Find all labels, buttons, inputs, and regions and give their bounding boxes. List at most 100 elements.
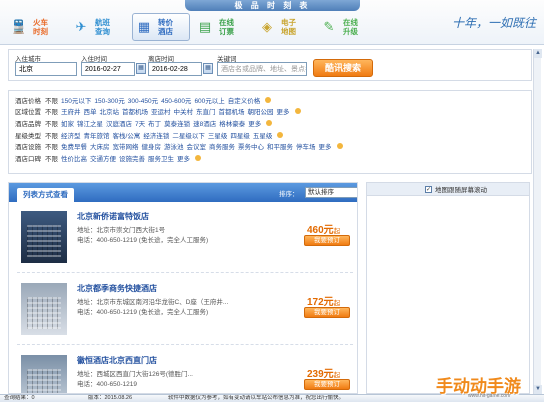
- filter-option[interactable]: 150-300元: [94, 95, 124, 105]
- filter-option[interactable]: 300-450元: [128, 95, 158, 105]
- filter-option[interactable]: 不限: [45, 106, 58, 116]
- sort-select[interactable]: 默认排序: [305, 187, 357, 198]
- hotel-photo[interactable]: [21, 211, 67, 263]
- filter-option[interactable]: 不限: [45, 153, 58, 163]
- filter-option[interactable]: 如家: [61, 118, 74, 128]
- filter-option[interactable]: 东直门: [196, 106, 216, 116]
- filter-option[interactable]: 经济连锁: [143, 130, 169, 140]
- toolbar-label: 转价 酒店: [158, 18, 173, 36]
- filter-option[interactable]: 中关村: [174, 106, 194, 116]
- checkin-date-input[interactable]: 2016-02-27: [81, 62, 135, 76]
- filter-option[interactable]: 汉庭酒店: [106, 118, 132, 128]
- book-button[interactable]: 我要预订: [304, 307, 350, 318]
- filter-option[interactable]: 票务中心: [238, 141, 264, 151]
- filter-option[interactable]: 二星级以下: [172, 130, 205, 140]
- filter-option[interactable]: 四星级: [230, 130, 250, 140]
- map-follow-checkbox[interactable]: ✓: [425, 185, 432, 193]
- hotel-name-link[interactable]: 徽恒酒店北京西直门店: [77, 355, 157, 366]
- filter-option[interactable]: 150元以下: [61, 95, 91, 105]
- filter-option[interactable]: 停车场: [296, 141, 316, 151]
- filter-option[interactable]: 450-600元: [161, 95, 191, 105]
- filter-option[interactable]: 王府井: [61, 106, 81, 116]
- expand-more-icon[interactable]: [195, 154, 201, 161]
- filter-option[interactable]: 布丁: [148, 118, 161, 128]
- filter-option[interactable]: 客栈/公寓: [113, 130, 141, 140]
- hotel-photo[interactable]: [21, 283, 67, 335]
- filter-option[interactable]: 免费早餐: [61, 141, 87, 151]
- filter-option[interactable]: 不限: [45, 95, 58, 105]
- tab-list-view[interactable]: 列表方式查看: [17, 188, 74, 202]
- filter-option[interactable]: 青年旅馆: [84, 130, 110, 140]
- filter-option[interactable]: 北京站: [100, 106, 120, 116]
- filter-option[interactable]: 商务服务: [209, 141, 235, 151]
- toolbar-train-button[interactable]: 🚆 火车 时刻: [8, 13, 66, 41]
- filter-option[interactable]: 7天: [135, 118, 145, 128]
- toolbar-upgrade-button[interactable]: ✎ 在线 升级: [318, 13, 376, 41]
- filter-option[interactable]: 三星级: [208, 130, 228, 140]
- watermark-url: www.hit-game.com: [468, 393, 511, 399]
- toolbar-map-button[interactable]: ◈ 电子 地图: [256, 13, 314, 41]
- filter-name: 酒店价格: [15, 97, 41, 105]
- filter-option[interactable]: 设施完善: [119, 153, 145, 163]
- filter-option[interactable]: 莫泰连锁: [164, 118, 190, 128]
- filter-option[interactable]: 交通方便: [90, 153, 116, 163]
- search-button[interactable]: 酷讯搜索: [313, 59, 373, 77]
- status-version: 版本：2015.08.26: [88, 395, 133, 401]
- vertical-scrollbar[interactable]: ▲ ▼: [533, 49, 542, 394]
- expand-more-icon[interactable]: [336, 143, 343, 150]
- filter-option[interactable]: 锦江之星: [77, 118, 103, 128]
- filter-row: 酒店品牌 不限 如家 锦江之星 汉庭酒店 7天 布丁 莫泰连锁 速8酒店 格林豪泰 更多: [15, 117, 525, 129]
- scroll-up-arrow-icon[interactable]: ▲: [534, 49, 542, 58]
- filter-option[interactable]: 和平服务: [267, 141, 293, 151]
- filter-option[interactable]: 健身房: [142, 141, 162, 151]
- hotel-phone: 电话：400-650-1219: [77, 381, 137, 388]
- filter-option[interactable]: 更多: [177, 153, 190, 163]
- filter-option[interactable]: 更多: [248, 118, 261, 128]
- filter-option[interactable]: 五星级: [253, 130, 273, 140]
- filter-option[interactable]: 首都机场: [122, 106, 148, 116]
- city-input[interactable]: 北京: [15, 62, 77, 76]
- toolbar-plane-button[interactable]: ✈ 航班 查询: [70, 13, 128, 41]
- book-button[interactable]: 我要预订: [304, 379, 350, 390]
- calendar-icon[interactable]: ▦: [136, 63, 146, 74]
- filter-option[interactable]: 首都机场: [219, 106, 245, 116]
- expand-more-icon[interactable]: [266, 119, 273, 126]
- filter-option[interactable]: 朝阳公园: [248, 106, 274, 116]
- hotel-photo[interactable]: [21, 355, 67, 393]
- map-icon: ◈: [262, 19, 272, 34]
- filter-option[interactable]: 不限: [45, 118, 58, 128]
- filter-option[interactable]: 会议室: [187, 141, 207, 151]
- toolbar-hotel-button[interactable]: ▦ 转价 酒店: [132, 13, 190, 41]
- calendar-icon[interactable]: ▦: [203, 63, 213, 74]
- checkout-date-input[interactable]: 2016-02-28: [148, 62, 202, 76]
- expand-more-icon[interactable]: [265, 96, 272, 103]
- filter-option[interactable]: 不限: [45, 130, 58, 140]
- map-follow-label: 地图跟随屏幕滚动: [435, 187, 487, 194]
- filter-option[interactable]: 更多: [277, 106, 290, 116]
- filter-option[interactable]: 速8酒店: [193, 118, 216, 128]
- filter-option[interactable]: 经济型: [61, 130, 81, 140]
- filter-option[interactable]: 游泳池: [164, 141, 184, 151]
- filter-option[interactable]: 600元以上: [194, 95, 224, 105]
- keyword-input[interactable]: 酒店名或品牌、地址、景点名: [217, 62, 307, 76]
- filter-option[interactable]: 西单: [84, 106, 97, 116]
- filter-option[interactable]: 亚运村: [151, 106, 171, 116]
- filter-option[interactable]: 格林豪泰: [219, 118, 245, 128]
- toolbar-label: 在线 订票: [219, 18, 234, 36]
- filter-option[interactable]: 性价比高: [61, 153, 87, 163]
- expand-more-icon[interactable]: [294, 108, 301, 115]
- filter-option[interactable]: 不限: [45, 141, 58, 151]
- filter-option[interactable]: 自定义价格: [228, 95, 261, 105]
- filter-option[interactable]: 宽带网络: [113, 141, 139, 151]
- hotel-name-link[interactable]: 北京都季商务快捷酒店: [77, 283, 157, 294]
- filter-option[interactable]: 大床房: [90, 141, 110, 151]
- filter-row: 区域位置 不限 王府井 西单 北京站 首都机场 亚运村 中关村 东直门 首都机场 朝阳公园 更多: [15, 106, 525, 118]
- toolbar-ticket-button[interactable]: ▤ 在线 订票: [194, 13, 252, 41]
- hotel-list-item: 北京新侨诺富特饭店 地址：北京市崇文门西大街1号 电话：400-650-1219 (…: [17, 207, 353, 273]
- expand-more-icon[interactable]: [277, 131, 284, 138]
- scroll-down-arrow-icon[interactable]: ▼: [534, 385, 542, 394]
- hotel-name-link[interactable]: 北京新侨诺富特饭店: [77, 211, 149, 222]
- filter-option[interactable]: 服务卫生: [148, 153, 174, 163]
- filter-option[interactable]: 更多: [319, 141, 332, 151]
- book-button[interactable]: 我要预订: [304, 235, 350, 246]
